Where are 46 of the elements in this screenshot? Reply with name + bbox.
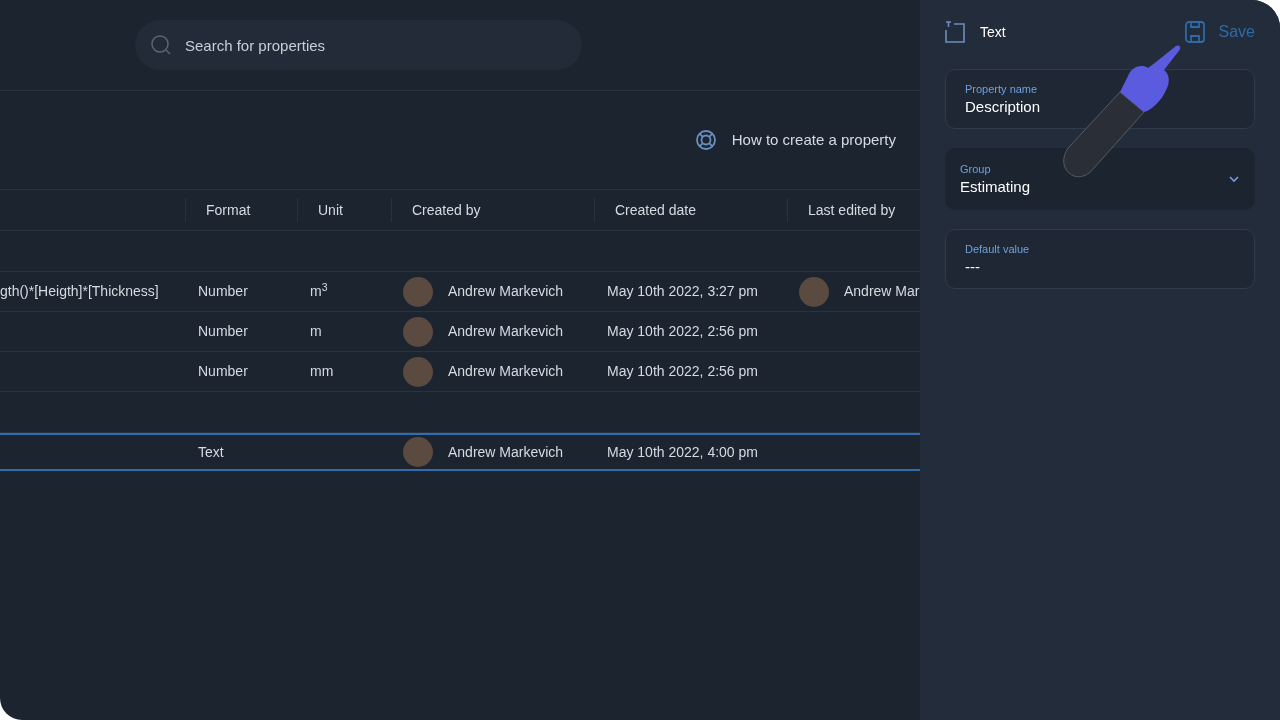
help-link[interactable]: How to create a property (694, 128, 896, 152)
column-header[interactable]: Created by (412, 199, 481, 221)
panel-title: Text (980, 22, 1006, 42)
table-cell: mm (310, 363, 334, 379)
field-label: Default value (965, 242, 1031, 257)
lifebuoy-icon (694, 129, 717, 151)
search-icon (150, 34, 172, 56)
field-value: --- (965, 257, 981, 277)
text-field[interactable]: Default value --- (945, 229, 1255, 289)
table-row[interactable]: Number m Andrew Markevich May 10th 2022, 2:56 pm (0, 312, 920, 352)
table-cell-text: Andrew Markevich (448, 322, 564, 341)
table-cell: May 10th 2022, 3:27 pm (607, 283, 758, 299)
table-cell: m (310, 323, 322, 339)
table-cell-text: Andrew Mar (844, 282, 920, 301)
column-header[interactable]: Unit (318, 199, 343, 221)
table-cell: m$^{3}$ (310, 283, 328, 299)
avatar (403, 316, 433, 347)
table-cell: gth()*[Heigth]*[Thickness] (0, 283, 159, 299)
text-field-icon (945, 21, 965, 43)
avatar (403, 356, 433, 387)
table-cell: Number (198, 323, 248, 339)
chevron-down-icon (1228, 175, 1240, 183)
search-field[interactable]: Search for properties (135, 20, 582, 70)
table-row[interactable]: Text Andrew Markevich May 10th 2022, 4:00 pm (0, 433, 920, 471)
field-value: Description (965, 97, 1042, 117)
table-cell: Number (198, 363, 248, 379)
column-header[interactable]: Created date (615, 199, 696, 221)
table-cell-text: Andrew Markevich (448, 362, 564, 381)
table-cell: May 10th 2022, 2:56 pm (607, 363, 758, 379)
table-row[interactable]: gth()*[Heigth]*[Thickness] Number m$^{3}$ Andrew Markevich May 10th 2022, 3:27 pm Andrew Mar (0, 272, 920, 312)
table-cell: May 10th 2022, 4:00 pm (607, 443, 758, 460)
column-header[interactable]: Format (206, 199, 251, 221)
table-cell-text: Andrew Markevich (448, 442, 564, 462)
field-value: Estimating (960, 177, 1031, 197)
avatar (799, 276, 829, 307)
table-cell: Number (198, 283, 248, 299)
table-cell-text: Andrew Markevich (448, 282, 564, 301)
group-select[interactable]: Group Estimating (945, 148, 1255, 210)
avatar (403, 437, 433, 467)
table-cell: May 10th 2022, 2:56 pm (607, 323, 758, 339)
field-label: Group (960, 162, 992, 177)
column-header[interactable]: Last edited by (808, 199, 896, 221)
avatar (403, 276, 433, 307)
table-cell: Text (198, 443, 224, 460)
field-label: Property name (965, 82, 1039, 97)
table-row[interactable]: Number mm Andrew Markevich May 10th 2022, 2:56 pm (0, 352, 920, 392)
